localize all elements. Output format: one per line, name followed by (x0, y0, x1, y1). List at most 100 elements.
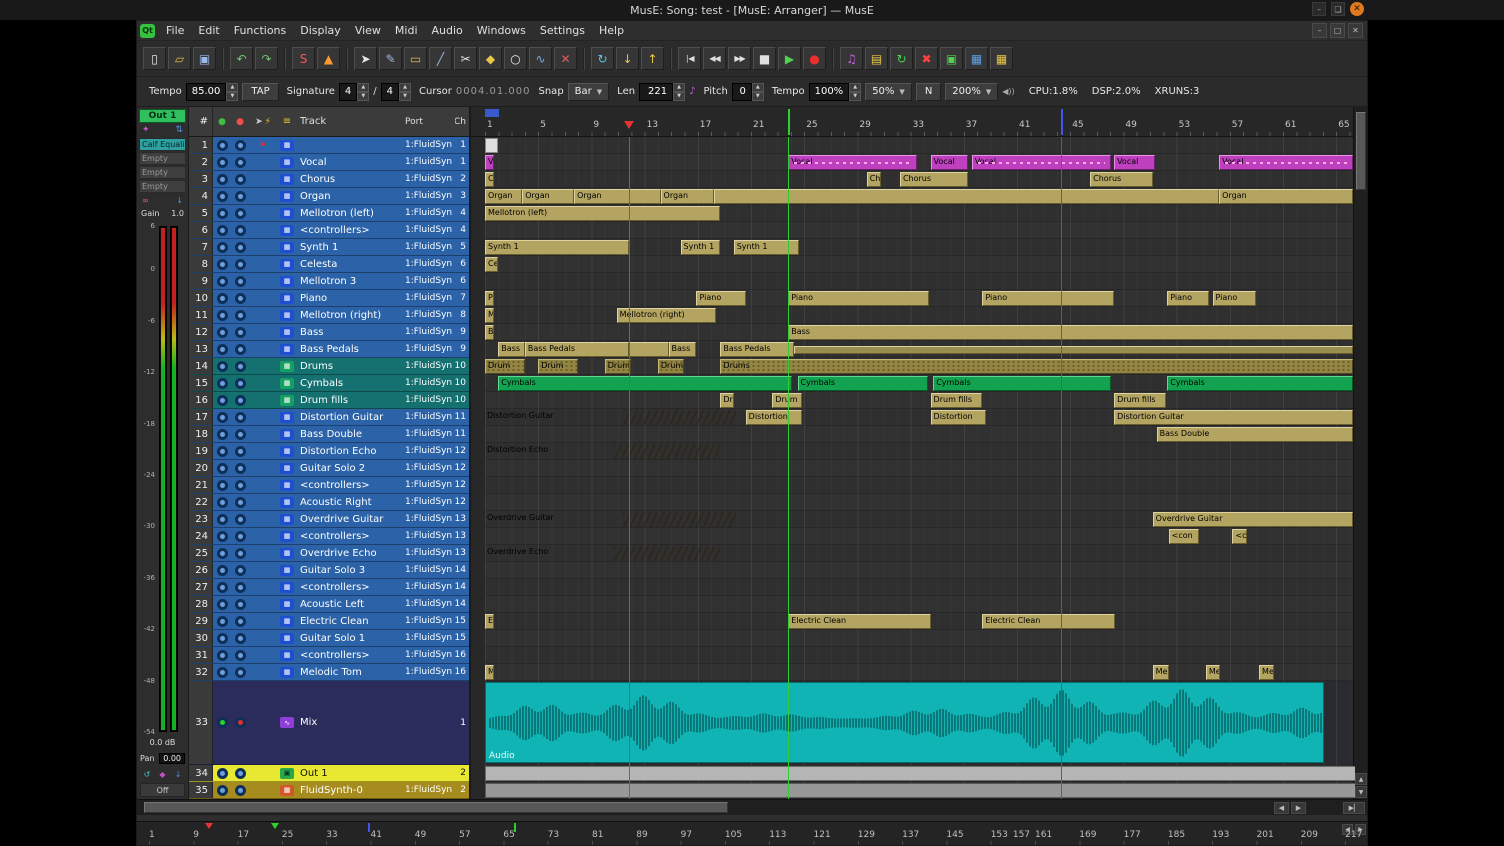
part-vocal[interactable]: Vocal (972, 155, 1112, 170)
track-row-22[interactable]: 22▦Acoustic Right1:FluidSyn12 (189, 494, 469, 511)
track-name[interactable]: Bass Double (297, 426, 405, 442)
mixer-b-icon[interactable]: ▦ (990, 47, 1013, 70)
part-piano[interactable]: Piano (696, 291, 745, 306)
part-vocal[interactable]: Vocal (1219, 155, 1353, 170)
track-name[interactable]: Bass Pedals (297, 341, 405, 357)
track-channel[interactable]: 15 (455, 630, 469, 646)
open-file-icon[interactable]: ▱ (168, 47, 191, 70)
part-me[interactable]: Me (485, 308, 494, 323)
track-channel[interactable]: 9 (455, 324, 469, 340)
part-clip[interactable] (485, 783, 1355, 798)
track-name[interactable] (297, 137, 405, 153)
track-channel[interactable]: 6 (455, 273, 469, 289)
track-row-28[interactable]: 28▦Acoustic Left1:FluidSyn14 (189, 596, 469, 613)
marker-green-ruler-marker[interactable] (788, 109, 790, 135)
track-port[interactable]: 1:FluidSyn (405, 426, 455, 442)
track-channel[interactable]: 14 (455, 596, 469, 612)
track-name[interactable]: Overdrive Echo (297, 545, 405, 561)
len-spinbox[interactable]: 221▲▼ (639, 83, 685, 101)
part-synth-1[interactable]: Synth 1 (485, 240, 629, 255)
menu-audio[interactable]: Audio (425, 22, 470, 39)
record-arm-button[interactable] (213, 256, 231, 272)
track-channel[interactable]: 12 (455, 494, 469, 510)
lane-1[interactable] (471, 137, 1355, 154)
track-channel[interactable]: 3 (455, 188, 469, 204)
track-channel[interactable]: 12 (455, 443, 469, 459)
part-drum[interactable]: Drum (772, 393, 801, 408)
mute-button[interactable] (231, 647, 249, 663)
mute-button[interactable] (231, 596, 249, 612)
menu-midi[interactable]: Midi (388, 22, 425, 39)
record-arm-button[interactable] (213, 511, 231, 527)
song-info-icon[interactable]: ♫ (840, 47, 863, 70)
stop-icon[interactable]: ■ (753, 47, 776, 70)
record-arm-button[interactable] (213, 222, 231, 238)
track-port[interactable]: 1:FluidSyn (405, 613, 455, 629)
part-organ[interactable]: Organ (522, 189, 574, 204)
track-row-30[interactable]: 30▦Guitar Solo 11:FluidSyn15 (189, 630, 469, 647)
menu-edit[interactable]: Edit (191, 22, 226, 39)
part-piano[interactable]: Piano (1167, 291, 1208, 306)
part-clip[interactable] (794, 346, 1354, 354)
record-arm-button[interactable] (213, 426, 231, 442)
part-clip[interactable] (485, 766, 1355, 781)
pitch-spinbox[interactable]: 0▲▼ (732, 83, 764, 101)
record-arm-button[interactable] (213, 545, 231, 561)
track-row-2[interactable]: 2▦Vocal1:FluidSyn1 (189, 154, 469, 171)
record-arm-button[interactable] (213, 443, 231, 459)
track-name[interactable]: Mix (297, 681, 405, 764)
track-channel[interactable]: 11 (455, 426, 469, 442)
record-arm-button[interactable] (213, 307, 231, 323)
part-overdrive-echo[interactable]: Overdrive Echo (485, 546, 720, 561)
track-row-4[interactable]: 4▦Organ1:FluidSyn3 (189, 188, 469, 205)
track-port[interactable]: 1:FluidSyn (405, 477, 455, 493)
playhead-ruler-marker[interactable] (624, 121, 634, 129)
track-row-18[interactable]: 18▦Bass Double1:FluidSyn11 (189, 426, 469, 443)
mixer-a-icon[interactable]: ▦ (965, 47, 988, 70)
track-name[interactable]: Guitar Solo 1 (297, 630, 405, 646)
panel-restore-icon[interactable]: ❑ (1331, 2, 1345, 16)
mute-button[interactable] (231, 579, 249, 595)
tempo-spinbox[interactable]: 85.00▲▼ (186, 83, 239, 101)
record-arm-button[interactable] (213, 765, 231, 781)
track-port[interactable]: 1:FluidSyn (405, 256, 455, 272)
part-bass-pedals[interactable]: Bass Pedals (525, 342, 629, 357)
part-distortion-echo[interactable]: Distortion Echo (485, 444, 720, 459)
panic-icon[interactable]: ✖ (915, 47, 938, 70)
route-down-icon[interactable]: ↓ (176, 196, 183, 205)
lane-9[interactable] (471, 273, 1355, 290)
track-channel[interactable]: 9 (455, 341, 469, 357)
gain-value[interactable]: 1.0 (171, 209, 184, 218)
mute-button[interactable] (231, 341, 249, 357)
track-port[interactable]: 1:FluidSyn (405, 154, 455, 170)
record-arm-button[interactable] (213, 171, 231, 187)
part-pi[interactable]: Pi (485, 291, 494, 306)
vertical-scrollbar[interactable]: ▲ ▼ (1353, 107, 1367, 799)
part-me[interactable]: Me (1153, 665, 1169, 680)
tap-button[interactable]: TAP (242, 83, 278, 101)
part-vocal[interactable]: Vocal (1114, 155, 1155, 170)
track-port[interactable]: 1:FluidSyn (405, 205, 455, 221)
lane-11[interactable] (471, 307, 1355, 324)
track-row-9[interactable]: 9▦Mellotron 31:FluidSyn6 (189, 273, 469, 290)
track-port[interactable]: 1:FluidSyn (405, 630, 455, 646)
track-port[interactable]: 1:FluidSyn (405, 341, 455, 357)
track-port[interactable]: 1:FluidSyn (405, 460, 455, 476)
track-name[interactable]: <controllers> (297, 579, 405, 595)
record-arm-button[interactable] (213, 647, 231, 663)
part--c[interactable]: <c (1232, 529, 1247, 544)
track-row-23[interactable]: 23▦Overdrive Guitar1:FluidSyn13 (189, 511, 469, 528)
record-arm-button[interactable] (213, 579, 231, 595)
record-arm-button[interactable] (213, 409, 231, 425)
track-row-25[interactable]: 25▦Overdrive Echo1:FluidSyn13 (189, 545, 469, 562)
part-drum[interactable]: Drum (485, 359, 525, 374)
effect-slot[interactable]: Empty (139, 152, 186, 165)
track-name[interactable]: FluidSynth-0 (297, 782, 405, 798)
record-arm-button[interactable] (213, 460, 231, 476)
track-channel[interactable]: 1 (455, 681, 469, 764)
pointer-tool-icon[interactable]: ➤ (354, 47, 377, 70)
timeline-ruler[interactable]: 1591317212529333741454953576165 (471, 107, 1355, 137)
song-end-overview-marker[interactable] (514, 823, 516, 832)
part-clip[interactable] (629, 342, 669, 357)
panel-close-button[interactable]: ✕ (1350, 2, 1364, 16)
